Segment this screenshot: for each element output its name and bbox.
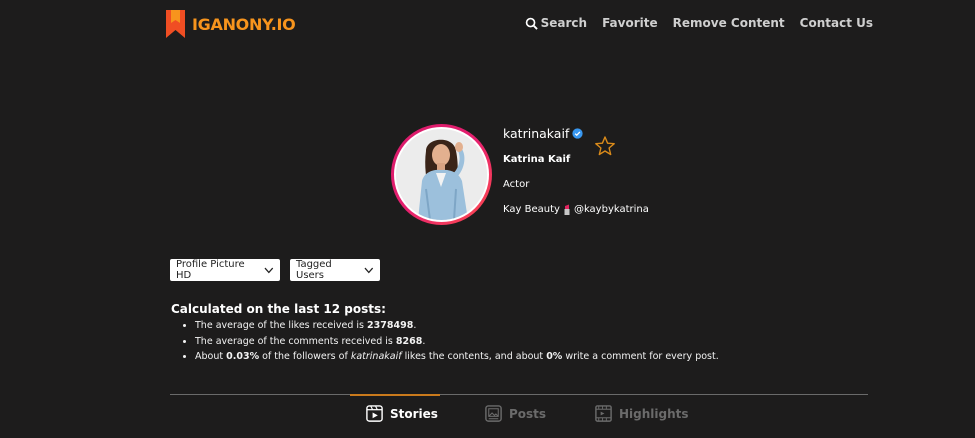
full-name: Katrina Kaif [503,154,571,165]
page: IGANONY.IO Search Favorite Remove Conten… [0,0,975,438]
stats-list: The average of the likes received is 237… [180,318,719,365]
search-icon [525,17,538,30]
avatar-image [396,129,487,220]
avatar-photo [396,129,487,220]
stat-likes-value: 2378498 [367,320,414,331]
lipstick-emoji-icon [564,204,570,215]
active-tab-indicator [350,394,440,396]
tagged-users-label: Tagged Users [296,259,332,281]
posts-icon [485,405,502,422]
profile-picture-hd-dropdown[interactable]: Profile Picture HD [170,259,280,281]
tab-stories[interactable]: Stories [365,404,438,423]
tab-highlights[interactable]: Highlights [594,404,689,423]
nav-search-label: Search [540,16,588,30]
tab-posts[interactable]: Posts [484,404,546,423]
tagged-users-dropdown[interactable]: Tagged Users [290,259,380,281]
tabs-divider [170,394,868,395]
stat-username: katrinakaif [350,351,402,362]
profile-bio: Kay Beauty @kaybykatrina [503,204,649,215]
tab-highlights-label: Highlights [619,406,689,421]
profile-category: Actor [503,179,530,190]
profile-picture-hd-label: Profile Picture HD [176,259,245,281]
tab-posts-label: Posts [509,406,547,421]
nav-contact-us[interactable]: Contact Us [800,16,873,30]
bio-handle-link[interactable]: @kaybykatrina [574,204,649,215]
nav-remove-content[interactable]: Remove Content [673,16,785,30]
stat-engagement: About 0.03% of the followers of katrinak… [195,349,719,365]
top-nav: Search Favorite Remove Content Contact U… [525,16,873,30]
nav-favorite[interactable]: Favorite [602,16,658,30]
username: katrinakaif [503,126,570,141]
favorite-star-icon[interactable] [594,135,616,157]
username-row: katrinakaif [503,126,583,141]
nav-search[interactable]: Search [525,16,587,30]
highlights-icon [595,405,612,422]
brand-name: IGANONY.IO [192,14,296,34]
tab-stories-label: Stories [390,406,438,421]
bio-text: Kay Beauty [503,204,560,215]
brand-logo[interactable]: IGANONY.IO [165,9,296,39]
stories-icon [366,405,383,422]
bookmark-logo-icon [166,10,185,38]
chevron-down-icon [264,267,274,274]
stats-title: Calculated on the last 12 posts: [171,302,386,316]
chevron-down-icon [364,267,374,274]
avatar[interactable] [391,124,492,225]
stat-comment-rate: 0% [546,351,563,362]
stat-likes: The average of the likes received is 237… [195,318,719,334]
stat-comments-value: 8268 [395,335,423,347]
stat-like-rate: 0.03% [226,351,260,362]
verified-badge-icon [572,128,583,139]
stat-comments: The average of the comments received is … [195,334,719,350]
